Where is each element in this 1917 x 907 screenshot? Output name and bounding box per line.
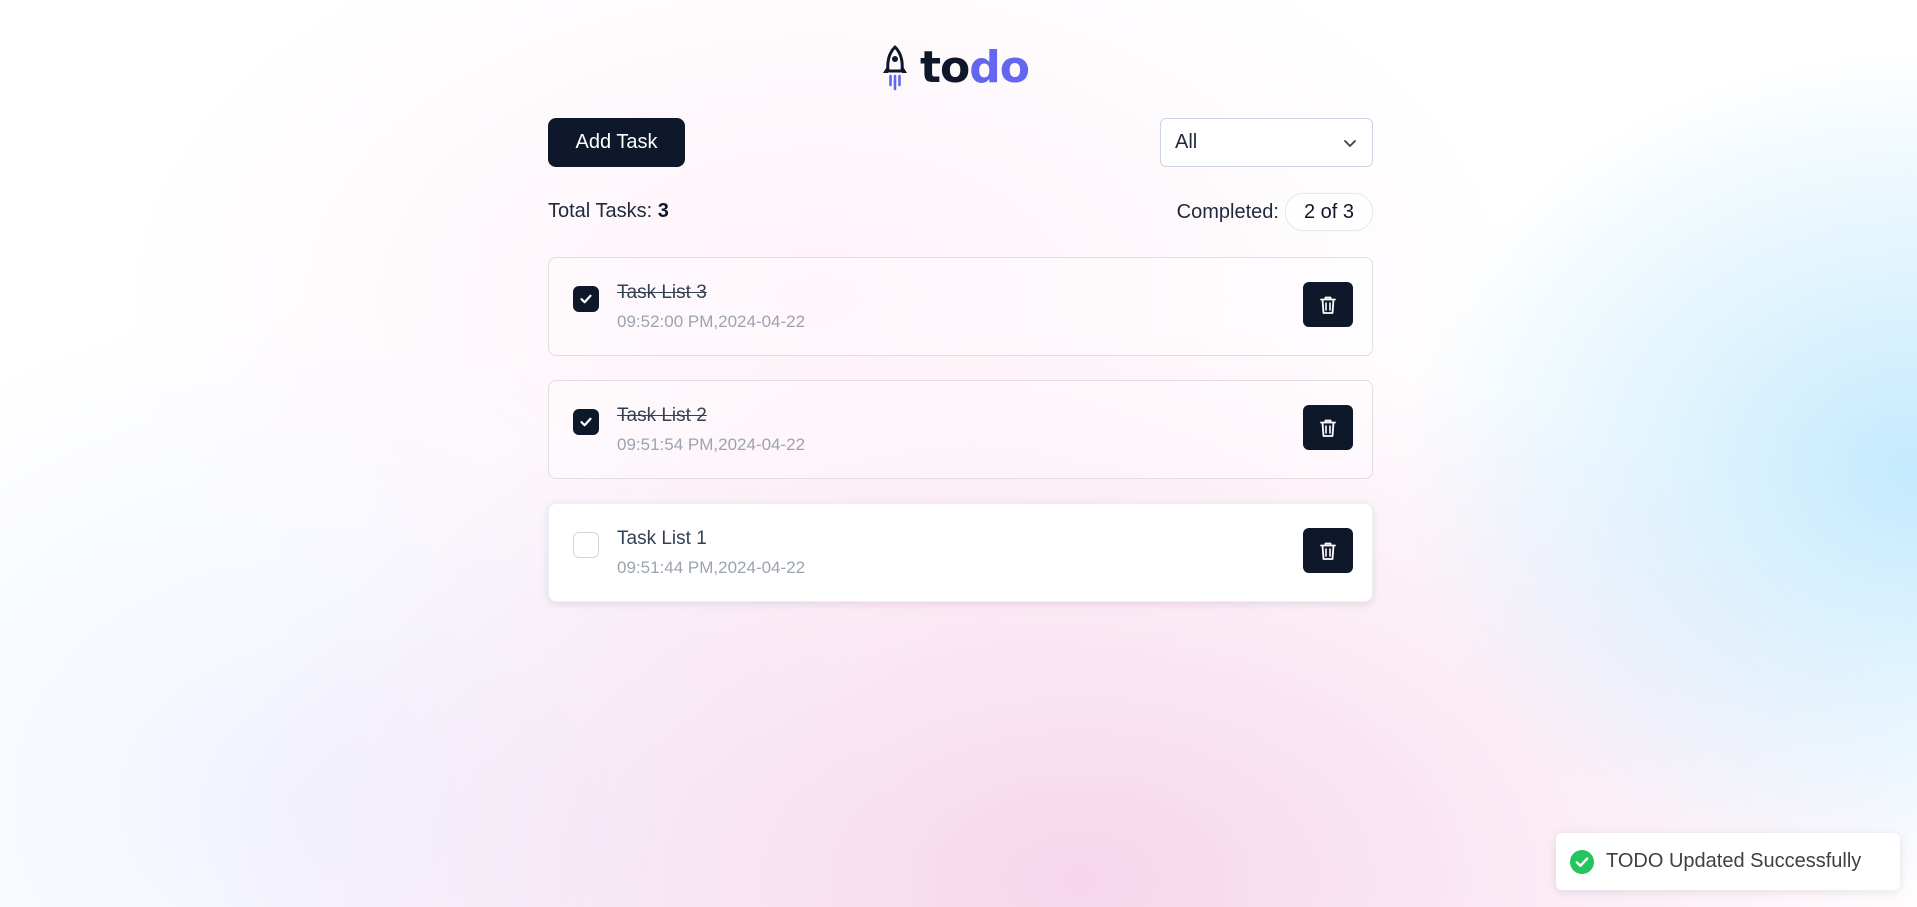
task-title: Task List 1: [617, 528, 707, 549]
app-logo: todo: [878, 40, 1030, 96]
task-title: Task List 3: [617, 282, 707, 303]
completed-label: Completed:: [1176, 200, 1279, 223]
delete-task-button[interactable]: [1303, 528, 1353, 573]
task-checkbox[interactable]: [573, 532, 599, 558]
task-title: Task List 2: [617, 405, 707, 426]
task-item: Task List 2 09:51:54 PM,2024-04-22: [548, 380, 1373, 479]
trash-icon: [1320, 542, 1336, 560]
toast-message: TODO Updated Successfully: [1606, 850, 1862, 872]
task-checkbox[interactable]: [573, 286, 599, 312]
task-timestamp: 09:52:00 PM,2024-04-22: [617, 312, 806, 331]
filter-selected-value: All: [1175, 131, 1198, 153]
trash-icon: [1320, 296, 1336, 314]
task-timestamp: 09:51:44 PM,2024-04-22: [617, 558, 806, 577]
delete-task-button[interactable]: [1303, 405, 1353, 450]
add-task-button[interactable]: Add Task: [548, 118, 685, 167]
filter-select[interactable]: All: [1160, 118, 1373, 167]
total-tasks: Total Tasks: 3: [548, 200, 669, 223]
delete-task-button[interactable]: [1303, 282, 1353, 327]
total-tasks-label: Total Tasks:: [548, 200, 653, 222]
trash-icon: [1320, 419, 1336, 437]
task-item: Task List 3 09:52:00 PM,2024-04-22: [548, 257, 1373, 356]
app-title-part-do: do: [969, 42, 1030, 93]
completed-badge: 2 of 3: [1284, 193, 1373, 231]
app-title-part-to: to: [920, 42, 970, 93]
check-icon: [580, 294, 592, 304]
task-checkbox[interactable]: [573, 409, 599, 435]
task-item: Task List 1 09:51:44 PM,2024-04-22: [548, 503, 1373, 602]
app-title: todo: [920, 46, 1030, 90]
total-tasks-count: 3: [657, 200, 669, 222]
check-icon: [580, 417, 592, 427]
completed-summary: Completed: 2 of 3: [1177, 193, 1373, 231]
check-circle-icon: [1570, 849, 1594, 874]
toast-notification[interactable]: TODO Updated Successfully: [1556, 833, 1900, 890]
task-timestamp: 09:51:54 PM,2024-04-22: [617, 435, 806, 454]
rocket-icon: [883, 45, 907, 91]
chevron-down-icon: [1344, 139, 1356, 147]
